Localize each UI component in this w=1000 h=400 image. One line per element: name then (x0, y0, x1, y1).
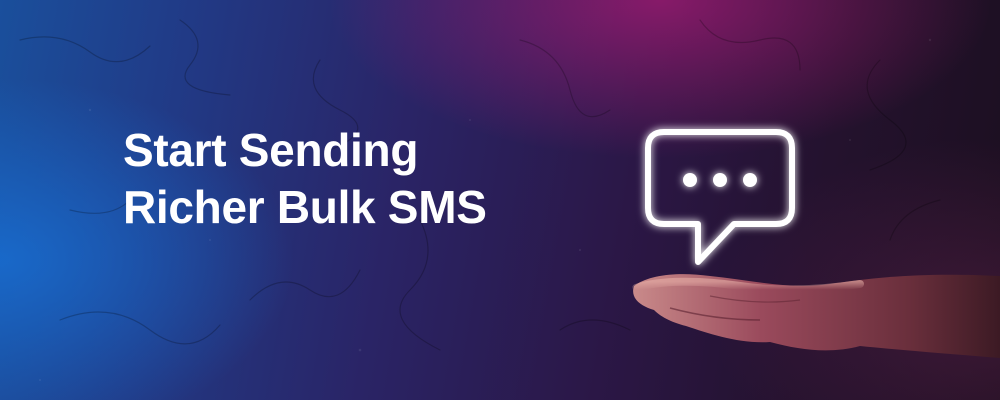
hand-icon (632, 274, 1000, 358)
headline-line-1: Start Sending (123, 124, 419, 176)
headline: Start Sending Richer Bulk SMS (123, 122, 487, 236)
headline-line-2: Richer Bulk SMS (123, 181, 487, 233)
hero-banner: Start Sending Richer Bulk SMS (0, 0, 1000, 400)
